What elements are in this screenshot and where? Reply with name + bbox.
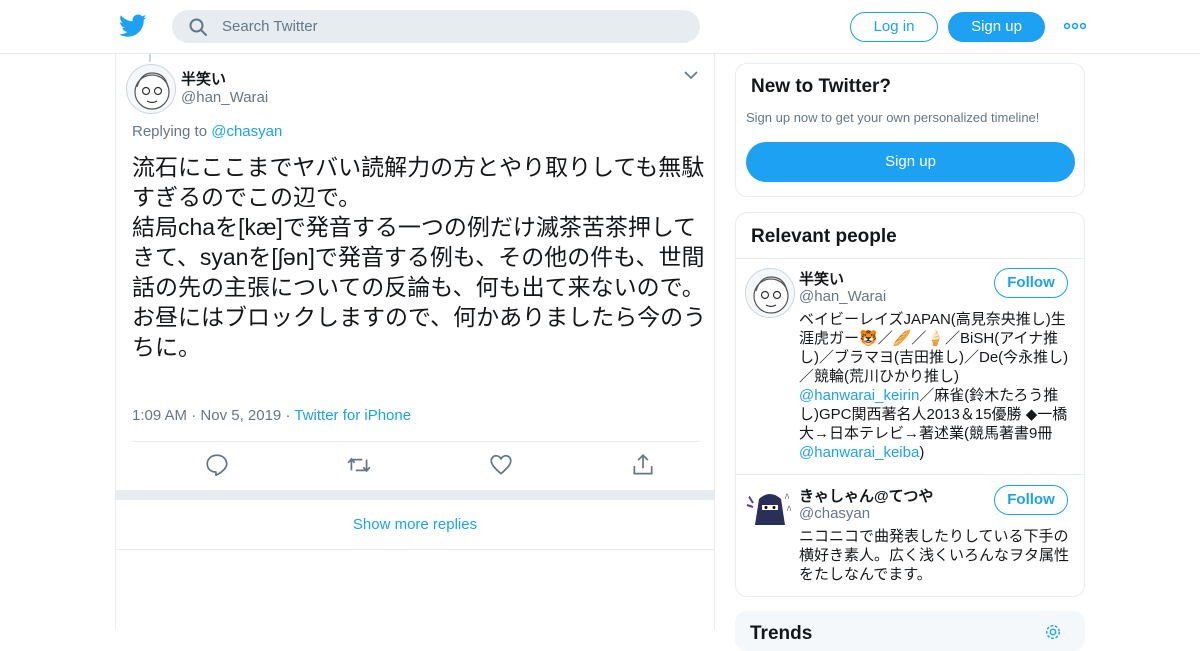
card-subtitle: Sign up now to get your own personalized… xyxy=(746,110,1040,125)
divider xyxy=(132,441,700,442)
search-box[interactable] xyxy=(172,10,700,43)
person-name[interactable]: きゃしゃん@てつや xyxy=(799,485,933,506)
chevron-down-icon[interactable] xyxy=(684,70,698,80)
show-more-replies-link[interactable]: Show more replies xyxy=(116,500,714,550)
more-options-icon[interactable] xyxy=(1064,18,1086,34)
person-bio: ニコニコで曲発表したりしている下手の横好き素人。広く浅くいろんなヲタ属性をたしな… xyxy=(799,528,1070,583)
share-icon[interactable] xyxy=(630,452,656,478)
reply-icon[interactable] xyxy=(204,452,230,478)
person-handle[interactable]: @chasyan xyxy=(799,505,870,522)
replying-to-link[interactable]: @chasyan xyxy=(211,123,282,140)
tweet-column: 半笑い @han_Warai Replying to @chasyan 流石にこ… xyxy=(115,54,715,630)
top-bar: Log in Sign up xyxy=(0,0,1200,54)
tweet-text: 流石にここまでヤバい読解力の方とやり取りしても無駄すぎるのでこの辺で。 結局ch… xyxy=(132,154,707,360)
sidebar-signup-button[interactable]: Sign up xyxy=(746,142,1075,182)
tweet-meta: 1:09 AM · Nov 5, 2019 · Twitter for iPho… xyxy=(132,407,411,424)
trends-card: Trends xyxy=(735,611,1085,651)
svg-text:ﾊ: ﾊ xyxy=(785,492,789,501)
twitter-bird-icon[interactable] xyxy=(119,13,147,39)
avatar-sketch-icon xyxy=(134,72,170,110)
author-name[interactable]: 半笑い xyxy=(181,68,226,89)
like-icon[interactable] xyxy=(488,452,514,478)
avatar-ninja-icon: ﾊ ﾊ xyxy=(746,492,791,525)
meta-separator: · xyxy=(191,407,197,424)
author-handle[interactable]: @han_Warai xyxy=(181,89,268,106)
meta-separator: · xyxy=(285,407,291,424)
divider xyxy=(736,258,1084,259)
follow-button[interactable]: Follow xyxy=(994,268,1068,298)
bio-text: ベイビーレイズJAPAN(高見奈央推し)生涯虎ガー🐯／🥖／🍦／BiSH(アイナ推… xyxy=(799,311,1069,385)
svg-text:ﾊ: ﾊ xyxy=(787,504,791,513)
section-divider xyxy=(116,490,714,500)
tweet-actions xyxy=(132,452,700,478)
search-icon xyxy=(189,18,207,36)
replying-to: Replying to @chasyan xyxy=(132,123,282,140)
person-bio: ベイビーレイズJAPAN(高見奈央推し)生涯虎ガー🐯／🥖／🍦／BiSH(アイナ推… xyxy=(799,310,1075,462)
gear-icon[interactable] xyxy=(1044,623,1062,641)
card-title: Relevant people xyxy=(751,226,897,247)
tweet-time[interactable]: 1:09 AM xyxy=(132,407,187,424)
card-title: Trends xyxy=(750,623,813,644)
avatar[interactable]: ﾊ ﾊ xyxy=(745,485,795,535)
person-name[interactable]: 半笑い xyxy=(799,268,844,289)
search-input[interactable] xyxy=(222,18,682,35)
divider xyxy=(736,474,1084,475)
login-button[interactable]: Log in xyxy=(850,12,938,42)
avatar[interactable] xyxy=(745,268,795,318)
thread-line xyxy=(149,54,151,62)
replying-prefix: Replying to xyxy=(132,123,208,140)
bio-text: ) xyxy=(919,444,925,461)
tweet-date[interactable]: Nov 5, 2019 xyxy=(200,407,281,424)
avatar[interactable] xyxy=(126,64,176,114)
retweet-icon[interactable] xyxy=(346,452,372,478)
card-title: New to Twitter? xyxy=(751,76,892,97)
bio-link[interactable]: @hanwarai_keirin xyxy=(799,387,919,404)
tweet-source[interactable]: Twitter for iPhone xyxy=(294,407,411,424)
signup-button[interactable]: Sign up xyxy=(948,12,1045,42)
follow-button[interactable]: Follow xyxy=(994,485,1068,515)
bio-link[interactable]: @hanwarai_keiba xyxy=(799,444,919,461)
avatar-sketch-icon xyxy=(753,276,789,314)
new-to-twitter-card: New to Twitter? Sign up now to get your … xyxy=(735,63,1085,197)
person-handle[interactable]: @han_Warai xyxy=(799,288,886,305)
